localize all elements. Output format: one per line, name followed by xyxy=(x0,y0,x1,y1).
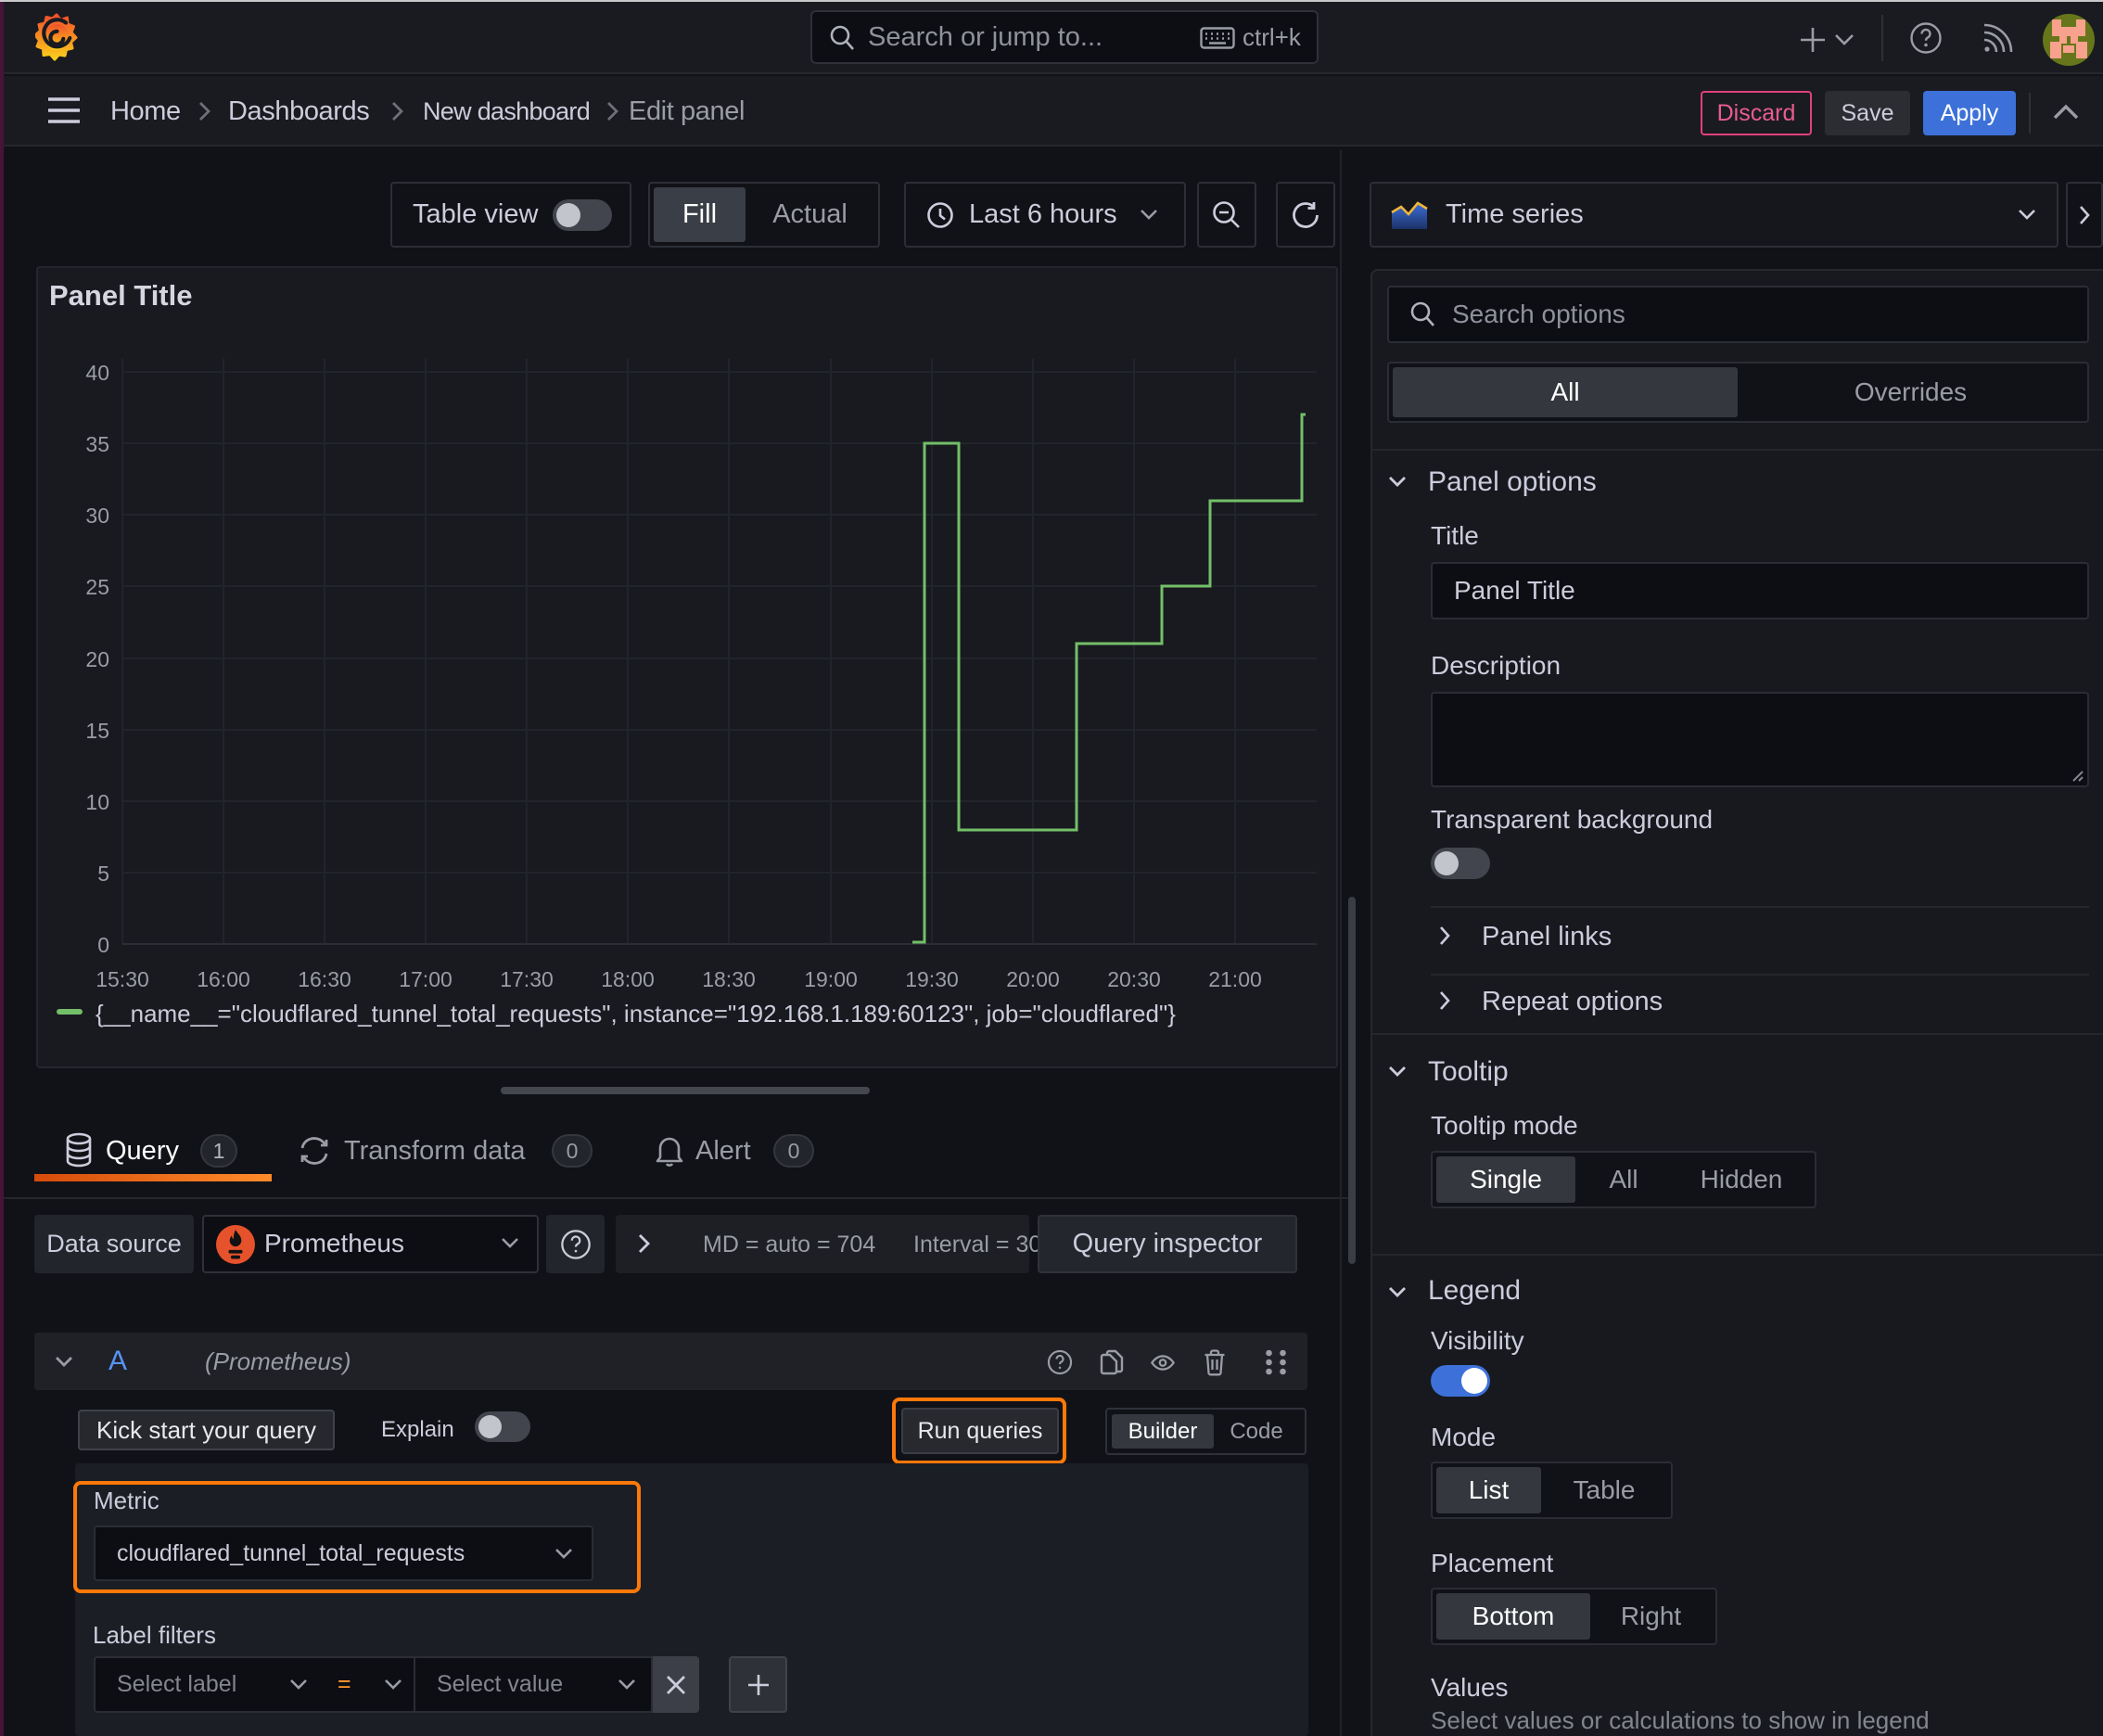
svg-text:20:30: 20:30 xyxy=(1107,967,1161,991)
svg-text:20: 20 xyxy=(85,647,109,671)
svg-text:16:30: 16:30 xyxy=(298,967,351,991)
svg-text:18:00: 18:00 xyxy=(601,967,655,991)
svg-text:17:30: 17:30 xyxy=(500,967,554,991)
svg-text:0: 0 xyxy=(97,933,109,957)
svg-text:30: 30 xyxy=(85,504,109,528)
svg-text:15: 15 xyxy=(85,719,109,743)
svg-text:19:00: 19:00 xyxy=(804,967,858,991)
svg-text:25: 25 xyxy=(85,575,109,599)
svg-text:18:30: 18:30 xyxy=(702,967,756,991)
svg-text:20:00: 20:00 xyxy=(1006,967,1060,991)
svg-text:16:00: 16:00 xyxy=(197,967,250,991)
svg-text:21:00: 21:00 xyxy=(1208,967,1262,991)
svg-text:17:00: 17:00 xyxy=(399,967,452,991)
svg-text:35: 35 xyxy=(85,432,109,456)
svg-text:5: 5 xyxy=(97,862,109,886)
svg-text:10: 10 xyxy=(85,790,109,814)
svg-text:40: 40 xyxy=(85,361,109,385)
svg-text:{__name__="cloudflared_tunnel_: {__name__="cloudflared_tunnel_total_requ… xyxy=(96,1000,1176,1028)
svg-text:19:30: 19:30 xyxy=(905,967,959,991)
svg-text:15:30: 15:30 xyxy=(96,967,149,991)
